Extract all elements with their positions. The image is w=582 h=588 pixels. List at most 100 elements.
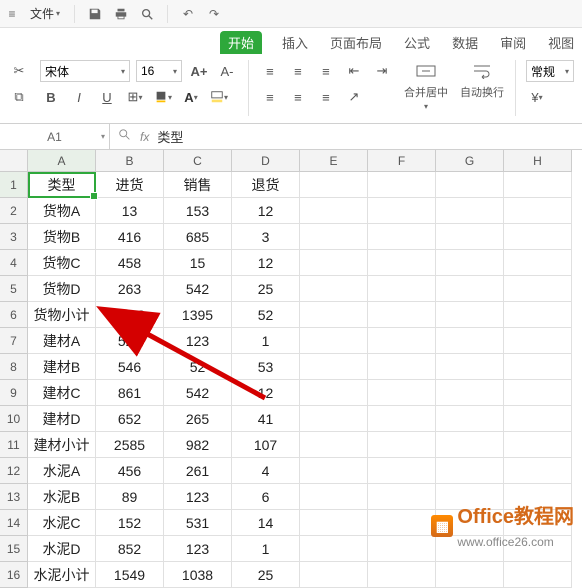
- cell[interactable]: 546: [96, 354, 164, 380]
- cell[interactable]: [436, 328, 504, 354]
- cell[interactable]: [368, 198, 436, 224]
- row-header[interactable]: 10: [0, 406, 28, 432]
- cell[interactable]: [504, 458, 572, 484]
- cell[interactable]: [368, 250, 436, 276]
- cell[interactable]: 货物A: [28, 198, 96, 224]
- row-header[interactable]: 1: [0, 172, 28, 198]
- row-header[interactable]: 3: [0, 224, 28, 250]
- merge-center-button[interactable]: 合并居中 ▾: [403, 60, 449, 111]
- cell[interactable]: [368, 328, 436, 354]
- tab-data[interactable]: 数据: [450, 31, 480, 54]
- cell[interactable]: [504, 562, 572, 588]
- cell[interactable]: [436, 198, 504, 224]
- cell[interactable]: [300, 406, 368, 432]
- cell[interactable]: 水泥小计: [28, 562, 96, 588]
- wrap-text-button[interactable]: 自动换行: [459, 60, 505, 100]
- select-all-corner[interactable]: [0, 150, 28, 172]
- align-middle-icon[interactable]: ≡: [287, 60, 309, 82]
- cell[interactable]: 1293: [96, 302, 164, 328]
- align-right-icon[interactable]: ≡: [315, 86, 337, 108]
- cell[interactable]: 89: [96, 484, 164, 510]
- cell[interactable]: [368, 224, 436, 250]
- cell[interactable]: [368, 562, 436, 588]
- increase-font-button[interactable]: A+: [188, 60, 210, 82]
- cell[interactable]: [368, 484, 436, 510]
- cell[interactable]: 1: [232, 536, 300, 562]
- cell[interactable]: 建材D: [28, 406, 96, 432]
- tab-layout[interactable]: 页面布局: [328, 31, 384, 54]
- number-format-select[interactable]: 常规 ▾: [526, 60, 574, 82]
- cell[interactable]: 1549: [96, 562, 164, 588]
- cell[interactable]: 3: [232, 224, 300, 250]
- cell[interactable]: [504, 250, 572, 276]
- cell[interactable]: [504, 224, 572, 250]
- cell[interactable]: 15: [164, 250, 232, 276]
- column-header[interactable]: C: [164, 150, 232, 172]
- cell[interactable]: 542: [164, 276, 232, 302]
- row-header[interactable]: 7: [0, 328, 28, 354]
- cell[interactable]: [300, 458, 368, 484]
- decrease-font-button[interactable]: A-: [216, 60, 238, 82]
- redo-icon[interactable]: ↷: [204, 4, 224, 24]
- cell[interactable]: [300, 250, 368, 276]
- cell[interactable]: 1038: [164, 562, 232, 588]
- cell[interactable]: 153: [164, 198, 232, 224]
- cell[interactable]: 货物B: [28, 224, 96, 250]
- cell[interactable]: 退货: [232, 172, 300, 198]
- cell[interactable]: 建材A: [28, 328, 96, 354]
- cell[interactable]: 652: [96, 406, 164, 432]
- cell[interactable]: [368, 510, 436, 536]
- cell[interactable]: 12: [232, 250, 300, 276]
- cell[interactable]: [436, 458, 504, 484]
- cell[interactable]: [300, 328, 368, 354]
- cell[interactable]: 1: [232, 328, 300, 354]
- cell[interactable]: 水泥D: [28, 536, 96, 562]
- column-header[interactable]: D: [232, 150, 300, 172]
- italic-button[interactable]: I: [68, 86, 90, 108]
- row-header[interactable]: 9: [0, 380, 28, 406]
- cell[interactable]: 货物D: [28, 276, 96, 302]
- row-header[interactable]: 14: [0, 510, 28, 536]
- cell[interactable]: [300, 484, 368, 510]
- cell[interactable]: [436, 224, 504, 250]
- column-header[interactable]: B: [96, 150, 164, 172]
- cell[interactable]: 类型: [28, 172, 96, 198]
- cell[interactable]: 123: [164, 328, 232, 354]
- tab-insert[interactable]: 插入: [280, 31, 310, 54]
- cell[interactable]: [368, 172, 436, 198]
- cell[interactable]: 531: [164, 510, 232, 536]
- cell[interactable]: 41: [232, 406, 300, 432]
- cell[interactable]: [368, 406, 436, 432]
- highlight-button[interactable]: ▾: [208, 86, 230, 108]
- cell[interactable]: 123: [164, 484, 232, 510]
- row-header[interactable]: 11: [0, 432, 28, 458]
- cell[interactable]: 456: [96, 458, 164, 484]
- cell[interactable]: 水泥B: [28, 484, 96, 510]
- column-header[interactable]: G: [436, 150, 504, 172]
- cell[interactable]: 53: [232, 354, 300, 380]
- cell[interactable]: [300, 276, 368, 302]
- cell[interactable]: 852: [96, 536, 164, 562]
- tab-home[interactable]: 开始: [220, 31, 262, 54]
- font-color-button[interactable]: A▾: [180, 86, 202, 108]
- row-header[interactable]: 12: [0, 458, 28, 484]
- print-icon[interactable]: [111, 4, 131, 24]
- cell[interactable]: [504, 172, 572, 198]
- row-header[interactable]: 6: [0, 302, 28, 328]
- font-size-select[interactable]: 16 ▾: [136, 60, 182, 82]
- cell[interactable]: [300, 432, 368, 458]
- tab-review[interactable]: 审阅: [498, 31, 528, 54]
- cell[interactable]: 14: [232, 510, 300, 536]
- cell[interactable]: 2585: [96, 432, 164, 458]
- cell[interactable]: [368, 432, 436, 458]
- cell[interactable]: 265: [164, 406, 232, 432]
- cell[interactable]: 416: [96, 224, 164, 250]
- search-icon[interactable]: [118, 128, 132, 145]
- cell[interactable]: 52: [164, 354, 232, 380]
- column-header[interactable]: E: [300, 150, 368, 172]
- cell[interactable]: 建材B: [28, 354, 96, 380]
- formula-input[interactable]: 类型: [157, 127, 574, 146]
- cell[interactable]: 4: [232, 458, 300, 484]
- cell[interactable]: [300, 302, 368, 328]
- cell[interactable]: 526: [96, 328, 164, 354]
